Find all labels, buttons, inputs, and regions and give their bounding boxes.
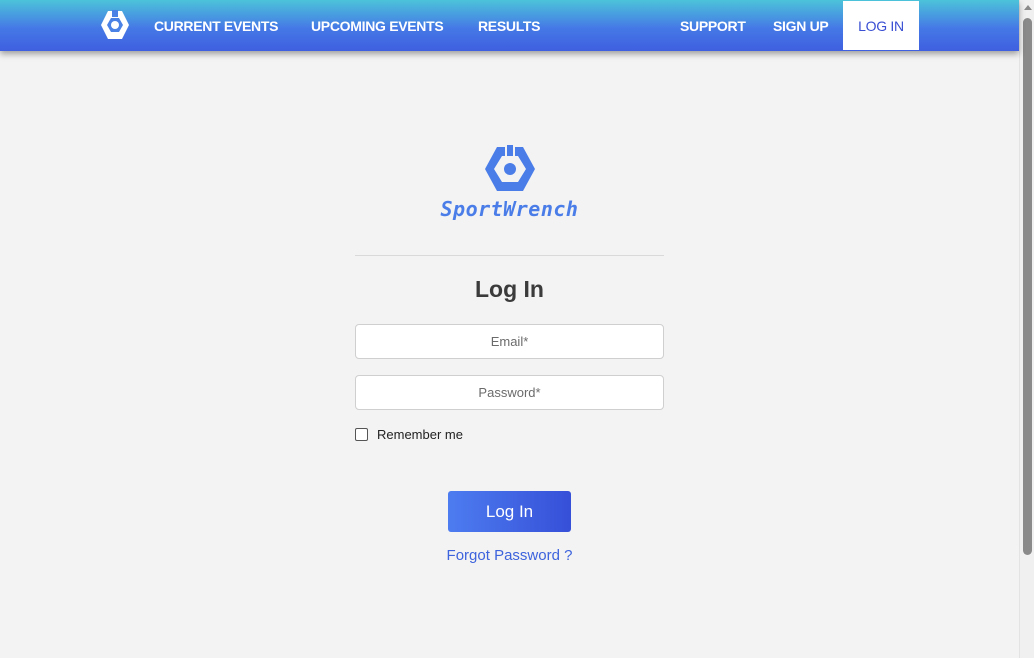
remember-me-label: Remember me xyxy=(377,426,463,442)
forgot-password-link[interactable]: Forgot Password ? xyxy=(355,547,664,564)
email-field[interactable] xyxy=(355,324,664,359)
nav-results[interactable]: RESULTS xyxy=(478,0,541,51)
nav-log-in[interactable]: LOG IN xyxy=(843,1,919,50)
divider xyxy=(355,255,664,256)
nav-support[interactable]: SUPPORT xyxy=(680,0,746,51)
scrollbar-thumb[interactable] xyxy=(1023,18,1032,555)
sportwrench-hex-icon xyxy=(484,145,535,191)
page-title: Log In xyxy=(475,276,544,302)
brand-logo: SportWrench xyxy=(355,145,664,235)
nav-sign-up[interactable]: SIGN UP xyxy=(773,0,829,51)
password-field[interactable] xyxy=(355,375,664,410)
nav-current-events[interactable]: CURRENT EVENTS xyxy=(154,0,278,51)
brand-name: SportWrench xyxy=(440,197,579,221)
sportwrench-logo-icon[interactable] xyxy=(99,9,131,41)
remember-me-checkbox[interactable] xyxy=(355,427,368,441)
top-navbar: CURRENT EVENTS UPCOMING EVENTS RESULTS S… xyxy=(0,0,1019,51)
login-button[interactable]: Log In xyxy=(448,491,571,532)
nav-upcoming-events[interactable]: UPCOMING EVENTS xyxy=(311,0,444,51)
remember-me: Remember me xyxy=(355,425,463,443)
vertical-scrollbar[interactable] xyxy=(1019,0,1034,658)
scroll-up-icon[interactable] xyxy=(1024,5,1032,10)
